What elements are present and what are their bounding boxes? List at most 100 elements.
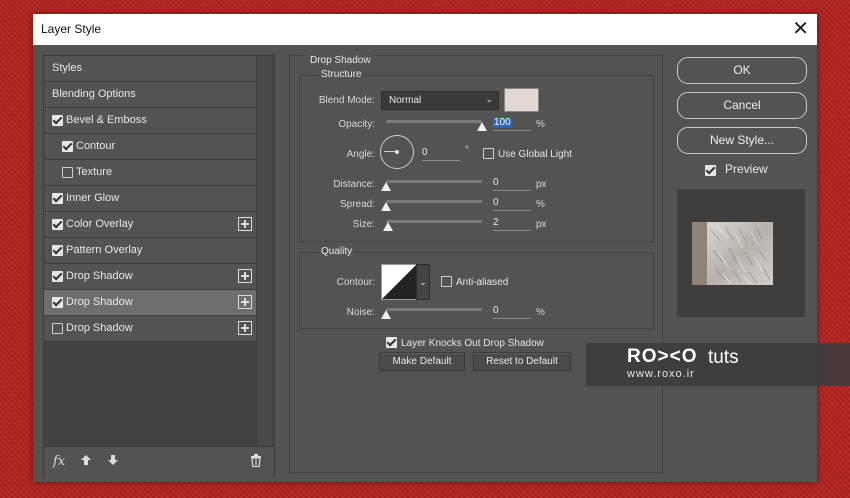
- title-bar: Layer Style ✕: [33, 14, 817, 45]
- structure-group: Structure Blend Mode: Normal ⌄ Opacity: …: [299, 69, 654, 242]
- style-checkbox[interactable]: [52, 271, 63, 282]
- style-checkbox[interactable]: [62, 141, 73, 152]
- style-checkbox[interactable]: [52, 219, 63, 230]
- angle-value: 0: [422, 147, 428, 158]
- noise-slider-thumb[interactable]: [381, 310, 391, 319]
- add-effect-plus-icon[interactable]: [238, 269, 252, 283]
- watermark-tuts: tuts: [708, 347, 739, 368]
- distance-value: 0: [493, 177, 499, 188]
- spread-slider[interactable]: [386, 200, 482, 203]
- style-item-label: Drop Shadow: [66, 322, 133, 334]
- style-preview: [677, 189, 805, 317]
- style-item-label: Texture: [76, 166, 113, 178]
- style-checkbox[interactable]: [52, 297, 63, 308]
- style-item-label: Contour: [76, 140, 116, 152]
- style-item-label: Inner Glow: [66, 192, 120, 204]
- style-item-label: Drop Shadow: [66, 296, 133, 308]
- anti-aliased-checkbox[interactable]: [441, 276, 452, 287]
- noise-unit: %: [536, 307, 545, 318]
- structure-title: Structure: [319, 69, 364, 80]
- contour-label: Contour:: [336, 277, 375, 288]
- move-down-icon[interactable]: [107, 454, 119, 469]
- style-item-label: Blending Options: [52, 88, 136, 100]
- quality-title: Quality: [319, 246, 355, 257]
- use-global-light-checkbox[interactable]: [483, 148, 494, 159]
- quality-group: Quality Contour: ⌄ Anti-aliased Noise: 0…: [299, 246, 654, 329]
- style-item-styles[interactable]: Styles: [44, 56, 256, 82]
- move-up-icon[interactable]: [80, 454, 92, 469]
- preview-checkbox[interactable]: [705, 165, 716, 176]
- fx-icon[interactable]: fx: [53, 454, 65, 469]
- opacity-slider-thumb[interactable]: [477, 122, 487, 131]
- shadow-color-swatch[interactable]: [504, 88, 539, 112]
- spread-value: 0: [493, 197, 499, 208]
- watermark-site: www.roxo.ir: [627, 368, 695, 380]
- distance-input[interactable]: 0: [493, 176, 531, 191]
- spread-slider-thumb[interactable]: [381, 202, 391, 211]
- angle-input[interactable]: 0: [422, 146, 460, 161]
- noise-label: Noise:: [346, 307, 375, 318]
- angle-unit: °: [465, 145, 469, 156]
- opacity-value: 100: [493, 117, 512, 128]
- angle-dial[interactable]: [380, 135, 414, 169]
- styles-list-scrollbar[interactable]: [258, 56, 272, 445]
- trash-icon[interactable]: [250, 454, 262, 470]
- style-checkbox[interactable]: [52, 115, 63, 126]
- style-item-drop-shadow[interactable]: Drop Shadow: [44, 264, 256, 290]
- contour-chevron-down-icon[interactable]: ⌄: [416, 264, 430, 300]
- style-item-contour[interactable]: Contour: [44, 134, 256, 160]
- distance-slider[interactable]: [386, 180, 482, 183]
- style-item-pattern-overlay[interactable]: Pattern Overlay: [44, 238, 256, 264]
- styles-list-footer: fx: [44, 446, 274, 478]
- size-slider-thumb[interactable]: [383, 222, 393, 231]
- chevron-down-icon: ⌄: [485, 94, 493, 104]
- size-input[interactable]: 2: [493, 216, 531, 231]
- add-effect-plus-icon[interactable]: [238, 295, 252, 309]
- cancel-button[interactable]: Cancel: [677, 92, 807, 119]
- spread-input[interactable]: 0: [493, 196, 531, 211]
- style-item-bevel-emboss[interactable]: Bevel & Emboss: [44, 108, 256, 134]
- add-effect-plus-icon[interactable]: [238, 217, 252, 231]
- spread-unit: %: [536, 199, 545, 210]
- style-checkbox[interactable]: [52, 323, 63, 334]
- opacity-slider[interactable]: [386, 120, 482, 123]
- spread-label: Spread:: [339, 199, 375, 210]
- add-effect-plus-icon[interactable]: [238, 321, 252, 335]
- noise-slider[interactable]: [386, 308, 482, 311]
- angle-label: Angle:: [346, 149, 375, 160]
- style-item-inner-glow[interactable]: Inner Glow: [44, 186, 256, 212]
- style-checkbox[interactable]: [62, 167, 73, 178]
- opacity-label: Opacity:: [338, 119, 375, 130]
- opacity-input[interactable]: 100: [493, 116, 531, 131]
- reset-to-default-button[interactable]: Reset to Default: [473, 352, 571, 371]
- angle-dial-center: [395, 150, 399, 154]
- watermark-brand: RO><O: [627, 346, 698, 367]
- distance-slider-thumb[interactable]: [381, 182, 391, 191]
- style-item-blending-options[interactable]: Blending Options: [44, 82, 256, 108]
- ok-button[interactable]: OK: [677, 57, 807, 84]
- style-checkbox[interactable]: [52, 193, 63, 204]
- roxo-watermark: RO><O tuts www.roxo.ir: [586, 343, 850, 386]
- use-global-light-label: Use Global Light: [498, 149, 572, 160]
- contour-preview[interactable]: [381, 264, 417, 300]
- style-item-label: Drop Shadow: [66, 270, 133, 282]
- style-item-label: Color Overlay: [66, 218, 134, 230]
- make-default-button[interactable]: Make Default: [379, 352, 465, 371]
- close-icon[interactable]: ✕: [792, 17, 809, 41]
- blend-mode-select[interactable]: Normal ⌄: [381, 91, 499, 110]
- opacity-unit: %: [536, 119, 545, 130]
- style-item-drop-shadow[interactable]: Drop Shadow: [44, 290, 256, 316]
- distance-label: Distance:: [333, 179, 375, 190]
- layer-style-dialog: Layer Style ✕ Styles Blending Options Beve…: [33, 14, 817, 482]
- noise-input[interactable]: 0: [493, 304, 531, 319]
- style-item-texture[interactable]: Texture: [44, 160, 256, 186]
- style-item-drop-shadow[interactable]: Drop Shadow: [44, 316, 256, 342]
- layer-knocks-out-checkbox[interactable]: [386, 337, 397, 348]
- layer-knocks-out-label: Layer Knocks Out Drop Shadow: [401, 338, 544, 349]
- size-slider[interactable]: [386, 220, 482, 223]
- preview-label: Preview: [725, 162, 768, 176]
- style-checkbox[interactable]: [52, 245, 63, 256]
- style-item-label: Bevel & Emboss: [66, 114, 147, 126]
- new-style-button[interactable]: New Style...: [677, 127, 807, 154]
- style-item-color-overlay[interactable]: Color Overlay: [44, 212, 256, 238]
